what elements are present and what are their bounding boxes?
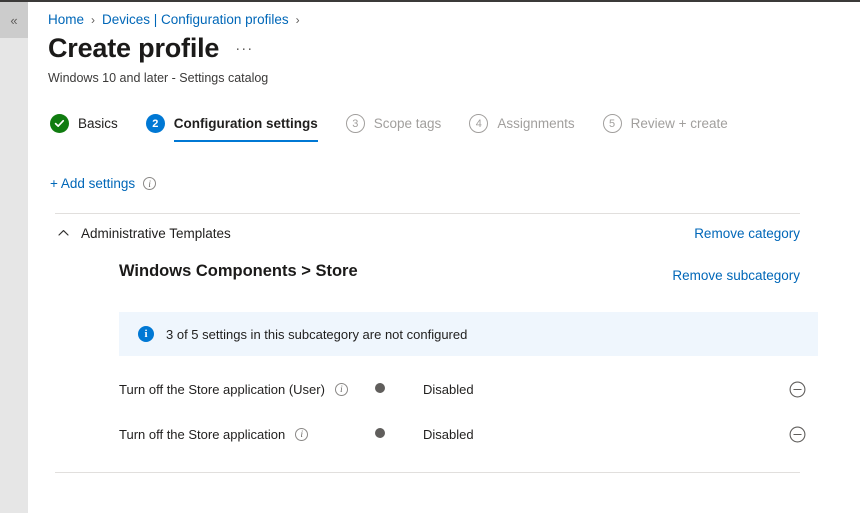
subcategory-title: Windows Components > Store: [119, 262, 358, 280]
panel-top-divider: [55, 213, 800, 214]
remove-setting-icon[interactable]: [789, 426, 806, 443]
add-settings-button[interactable]: + Add settings i: [50, 176, 157, 191]
page-content: Home › Devices | Configuration profiles …: [28, 2, 860, 513]
chevron-up-icon[interactable]: [55, 225, 71, 241]
collapse-sidebar-button[interactable]: «: [0, 2, 28, 38]
breadcrumb-separator-icon: ›: [295, 12, 300, 27]
tab-assignments-label: Assignments: [497, 116, 575, 131]
toggle-knob: [375, 428, 385, 438]
not-configured-banner-text: 3 of 5 settings in this subcategory are …: [166, 326, 468, 342]
left-rail: «: [0, 2, 28, 513]
tab-scope-tags[interactable]: 3 Scope tags: [345, 114, 442, 142]
panel-bottom-divider: [55, 472, 800, 473]
page-subtitle: Windows 10 and later - Settings catalog: [48, 71, 269, 85]
not-configured-banner: i 3 of 5 settings in this subcategory ar…: [119, 312, 818, 356]
info-filled-icon: i: [138, 326, 154, 342]
tab-basics-label: Basics: [78, 116, 118, 131]
tab-assignments[interactable]: 4 Assignments: [469, 114, 575, 142]
setting-row: Turn off the Store application i Disable…: [119, 420, 818, 448]
setting-toggle[interactable]: [371, 424, 411, 444]
setting-toggle-state: Disabled: [423, 426, 474, 442]
wizard-steps: Basics 2 Configuration settings 3 Scope …: [50, 114, 756, 142]
setting-label: Turn off the Store application: [119, 426, 286, 442]
setting-label: Turn off the Store application (User): [119, 381, 325, 397]
tab-review-create[interactable]: 5 Review + create: [602, 114, 728, 142]
info-icon[interactable]: i: [295, 427, 309, 441]
more-options-button[interactable]: ···: [235, 40, 253, 57]
category-header: Administrative Templates Remove category: [55, 221, 800, 245]
info-icon[interactable]: i: [143, 177, 157, 190]
step-number-badge: 4: [469, 114, 489, 133]
tab-scope-tags-label: Scope tags: [373, 116, 442, 131]
step-number-badge: 3: [345, 114, 365, 133]
remove-category-link[interactable]: Remove category: [694, 226, 800, 241]
setting-toggle-state: Disabled: [423, 381, 474, 397]
setting-toggle[interactable]: [371, 379, 411, 399]
category-header-left: Administrative Templates: [55, 225, 231, 241]
step-number-badge: 5: [602, 114, 622, 133]
title-row: Create profile ···: [48, 33, 253, 63]
breadcrumb-separator-icon: ›: [91, 12, 96, 27]
breadcrumb: Home › Devices | Configuration profiles …: [48, 12, 307, 27]
tab-configuration-settings[interactable]: 2 Configuration settings: [145, 114, 318, 142]
breadcrumb-item-home[interactable]: Home: [48, 12, 84, 27]
setting-row: Turn off the Store application (User) i …: [119, 375, 818, 403]
toggle-knob: [375, 383, 385, 393]
tab-review-create-label: Review + create: [630, 116, 728, 131]
info-icon[interactable]: i: [334, 382, 348, 396]
double-chevron-left-icon: «: [10, 12, 18, 28]
remove-subcategory-link[interactable]: Remove subcategory: [672, 268, 800, 283]
subcategory-header: Windows Components > Store Remove subcat…: [55, 260, 800, 283]
tab-basics[interactable]: Basics: [50, 114, 118, 142]
page-title: Create profile: [48, 33, 220, 63]
step-complete-check-icon: [50, 114, 69, 133]
step-number-badge: 2: [145, 114, 165, 133]
category-name: Administrative Templates: [81, 225, 231, 241]
tab-configuration-settings-label: Configuration settings: [173, 116, 318, 131]
add-settings-label: + Add settings: [50, 176, 136, 191]
remove-setting-icon[interactable]: [789, 381, 806, 398]
active-tab-underline: [173, 140, 318, 142]
breadcrumb-item-configuration-profiles[interactable]: Devices | Configuration profiles: [102, 12, 289, 27]
